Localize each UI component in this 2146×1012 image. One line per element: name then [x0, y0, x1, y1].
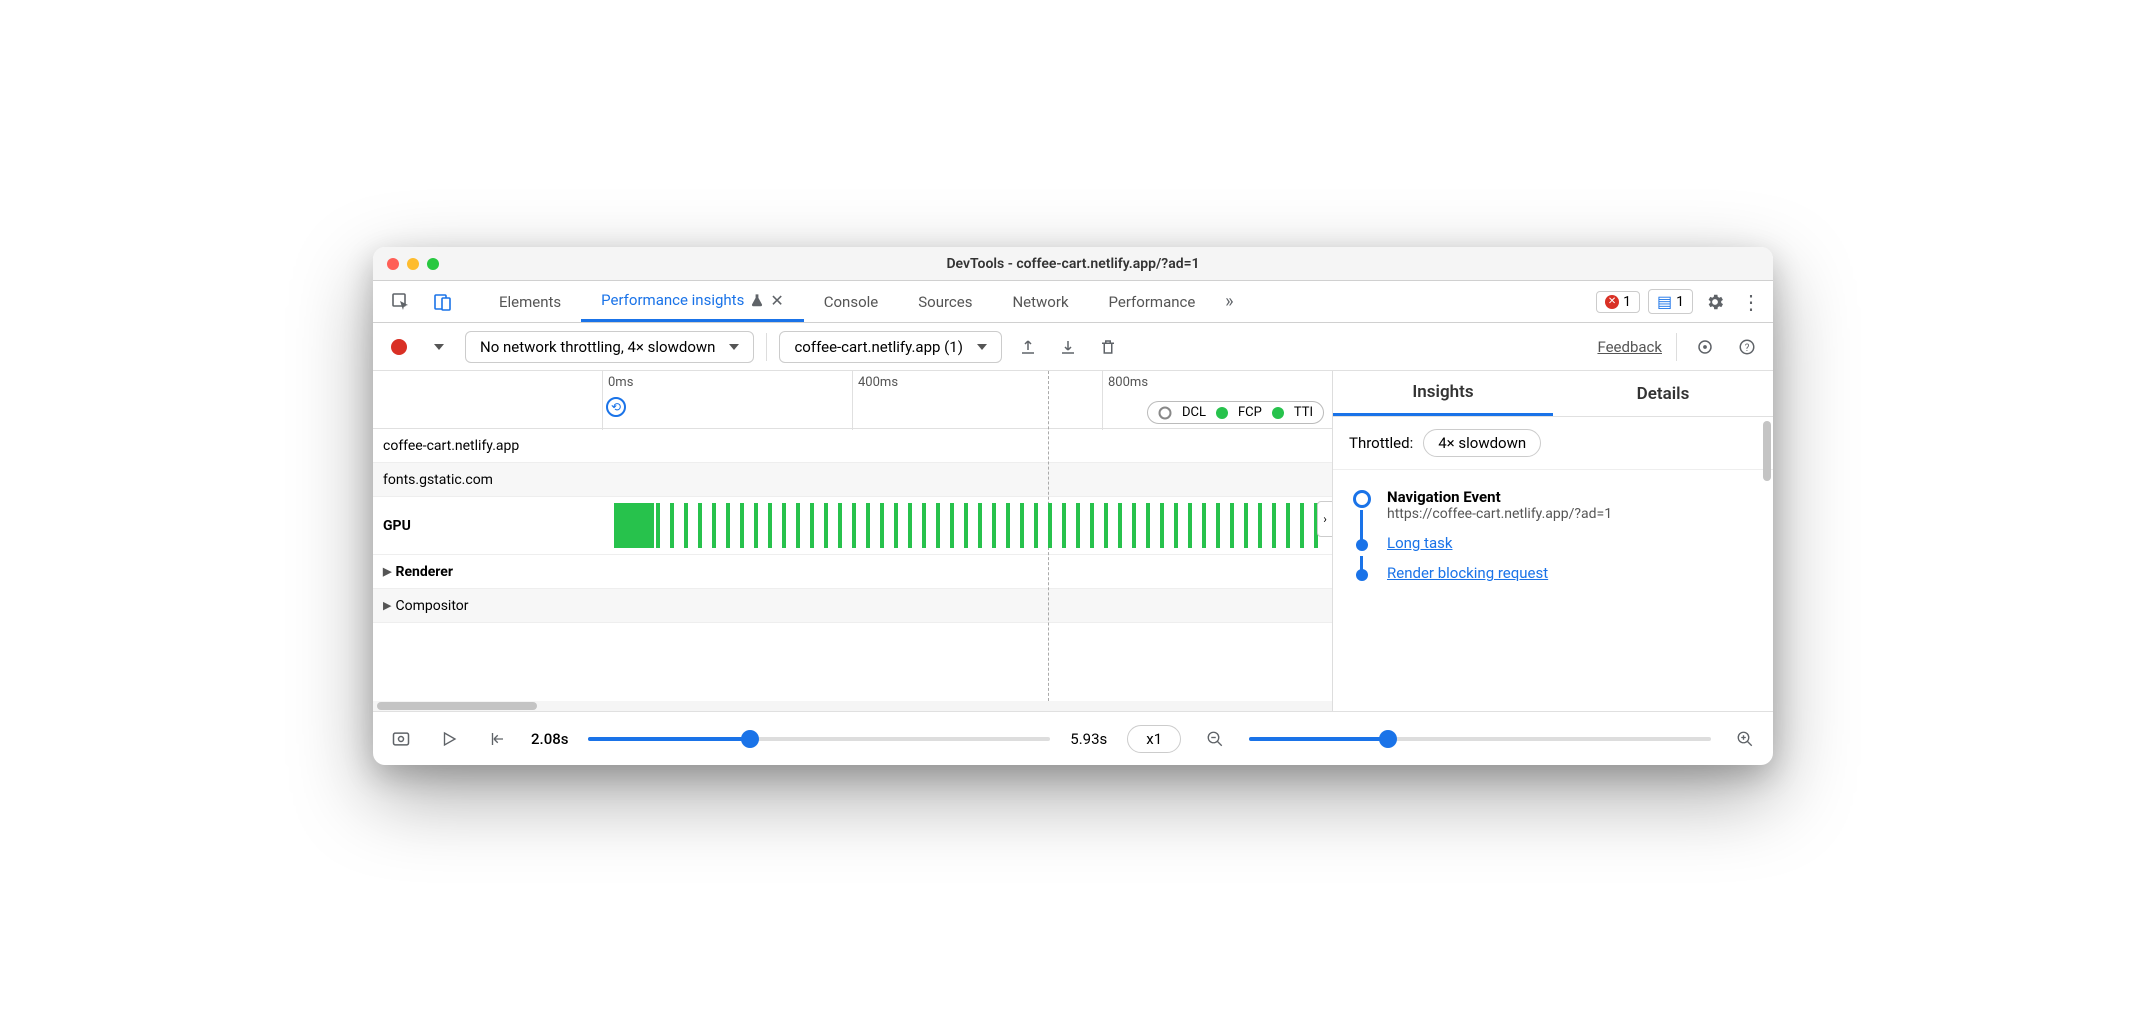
playback-end-time: 5.93s: [1070, 730, 1107, 748]
tab-performance[interactable]: Performance: [1089, 281, 1216, 322]
ruler-tick: 400ms: [858, 375, 898, 390]
expand-arrow-icon[interactable]: ▶: [383, 599, 391, 612]
events-timeline: Navigation Event https://coffee-cart.net…: [1333, 470, 1773, 600]
play-button[interactable]: [435, 725, 463, 753]
delete-icon[interactable]: [1094, 333, 1122, 361]
tab-insights[interactable]: Insights: [1333, 371, 1553, 416]
playback-bar: 2.08s 5.93s x1: [373, 711, 1773, 765]
playback-start-time: 2.08s: [531, 730, 568, 748]
more-tabs-icon[interactable]: »: [1215, 288, 1243, 316]
flask-icon: [750, 293, 764, 307]
tti-icon: [1272, 407, 1284, 419]
panel-tabs: Elements Performance insights ✕ Console …: [373, 281, 1773, 323]
insights-toolbar: No network throttling, 4× slowdown coffe…: [373, 323, 1773, 371]
tracks: coffee-cart.netlify.app fonts.gstatic.co…: [373, 429, 1332, 701]
import-icon[interactable]: [1054, 333, 1082, 361]
tab-network[interactable]: Network: [992, 281, 1088, 322]
zoom-slider[interactable]: [1249, 737, 1711, 741]
timeline-item: Long task: [1353, 528, 1773, 558]
time-ruler[interactable]: 0ms 400ms 800ms ⟲ DCL FCP TTI: [373, 371, 1332, 429]
device-toolbar-icon[interactable]: [429, 288, 457, 316]
expand-arrow-icon[interactable]: ▶: [383, 565, 391, 578]
ruler-tick: 0ms: [608, 375, 633, 390]
throttling-select[interactable]: No network throttling, 4× slowdown: [465, 331, 754, 363]
error-icon: ✕: [1605, 295, 1619, 309]
tab-elements[interactable]: Elements: [479, 281, 581, 322]
track-row[interactable]: fonts.gstatic.com: [373, 463, 1332, 497]
page-select[interactable]: coffee-cart.netlify.app (1): [779, 331, 1001, 363]
main-area: 0ms 400ms 800ms ⟲ DCL FCP TTI: [373, 371, 1773, 711]
svg-text:?: ?: [1745, 342, 1750, 353]
zoom-out-icon[interactable]: [1201, 725, 1229, 753]
record-button[interactable]: [385, 333, 413, 361]
export-icon[interactable]: [1014, 333, 1042, 361]
feedback-link[interactable]: Feedback: [1597, 338, 1662, 356]
settings-icon[interactable]: [1701, 288, 1729, 316]
tab-console[interactable]: Console: [804, 281, 899, 322]
tab-details[interactable]: Details: [1553, 371, 1773, 416]
zoom-in-icon[interactable]: [1731, 725, 1759, 753]
message-icon: ▤: [1657, 292, 1672, 311]
track-row[interactable]: coffee-cart.netlify.app: [373, 429, 1332, 463]
help-icon[interactable]: ?: [1733, 333, 1761, 361]
insights-pane: Insights Details Throttled: 4× slowdown …: [1333, 371, 1773, 711]
insights-tabs: Insights Details: [1333, 371, 1773, 417]
fcp-icon: [1216, 407, 1228, 419]
tab-performance-insights[interactable]: Performance insights ✕: [581, 281, 804, 322]
ruler-tick: 800ms: [1108, 375, 1148, 390]
vertical-scrollbar[interactable]: [1763, 421, 1771, 481]
metrics-legend: DCL FCP TTI: [1147, 401, 1324, 424]
nav-event-marker-icon: [1353, 490, 1371, 508]
errors-badge[interactable]: ✕ 1: [1596, 291, 1640, 313]
timeline-pane: 0ms 400ms 800ms ⟲ DCL FCP TTI: [373, 371, 1333, 711]
inspect-element-icon[interactable]: [387, 288, 415, 316]
long-task-link[interactable]: Long task: [1387, 534, 1452, 552]
messages-badge[interactable]: ▤ 1: [1648, 289, 1693, 314]
close-tab-icon[interactable]: ✕: [770, 291, 783, 310]
timeline-item: Navigation Event https://coffee-cart.net…: [1353, 482, 1773, 528]
throttle-info: Throttled: 4× slowdown: [1333, 417, 1773, 470]
gpu-activity-bars: [614, 503, 1326, 548]
dcl-icon: [1158, 406, 1172, 420]
event-marker-icon: [1356, 539, 1368, 551]
start-marker-icon[interactable]: ⟲: [606, 397, 626, 417]
preview-icon[interactable]: [387, 725, 415, 753]
chevron-down-icon: [729, 344, 739, 350]
kebab-menu-icon[interactable]: ⋮: [1737, 288, 1765, 316]
window-title: DevTools - coffee-cart.netlify.app/?ad=1: [373, 256, 1773, 272]
event-marker-icon: [1356, 569, 1368, 581]
track-compositor[interactable]: ▶Compositor: [373, 589, 1332, 623]
render-blocking-link[interactable]: Render blocking request: [1387, 564, 1548, 582]
expand-sidebar-button[interactable]: ›: [1317, 501, 1333, 537]
track-renderer[interactable]: ▶Renderer: [373, 555, 1332, 589]
tab-sources[interactable]: Sources: [898, 281, 992, 322]
timeline-item: Render blocking request: [1353, 558, 1773, 588]
titlebar: DevTools - coffee-cart.netlify.app/?ad=1: [373, 247, 1773, 281]
throttle-pill[interactable]: 4× slowdown: [1423, 429, 1541, 457]
rewind-button[interactable]: [483, 725, 511, 753]
chevron-down-icon: [977, 344, 987, 350]
record-options-dropdown[interactable]: [425, 333, 453, 361]
horizontal-scrollbar[interactable]: [373, 701, 1332, 711]
devtools-window: DevTools - coffee-cart.netlify.app/?ad=1…: [373, 247, 1773, 765]
time-slider[interactable]: [588, 737, 1050, 741]
playback-speed[interactable]: x1: [1127, 725, 1181, 753]
panel-settings-icon[interactable]: [1691, 333, 1719, 361]
track-gpu[interactable]: GPU: [373, 497, 1332, 555]
